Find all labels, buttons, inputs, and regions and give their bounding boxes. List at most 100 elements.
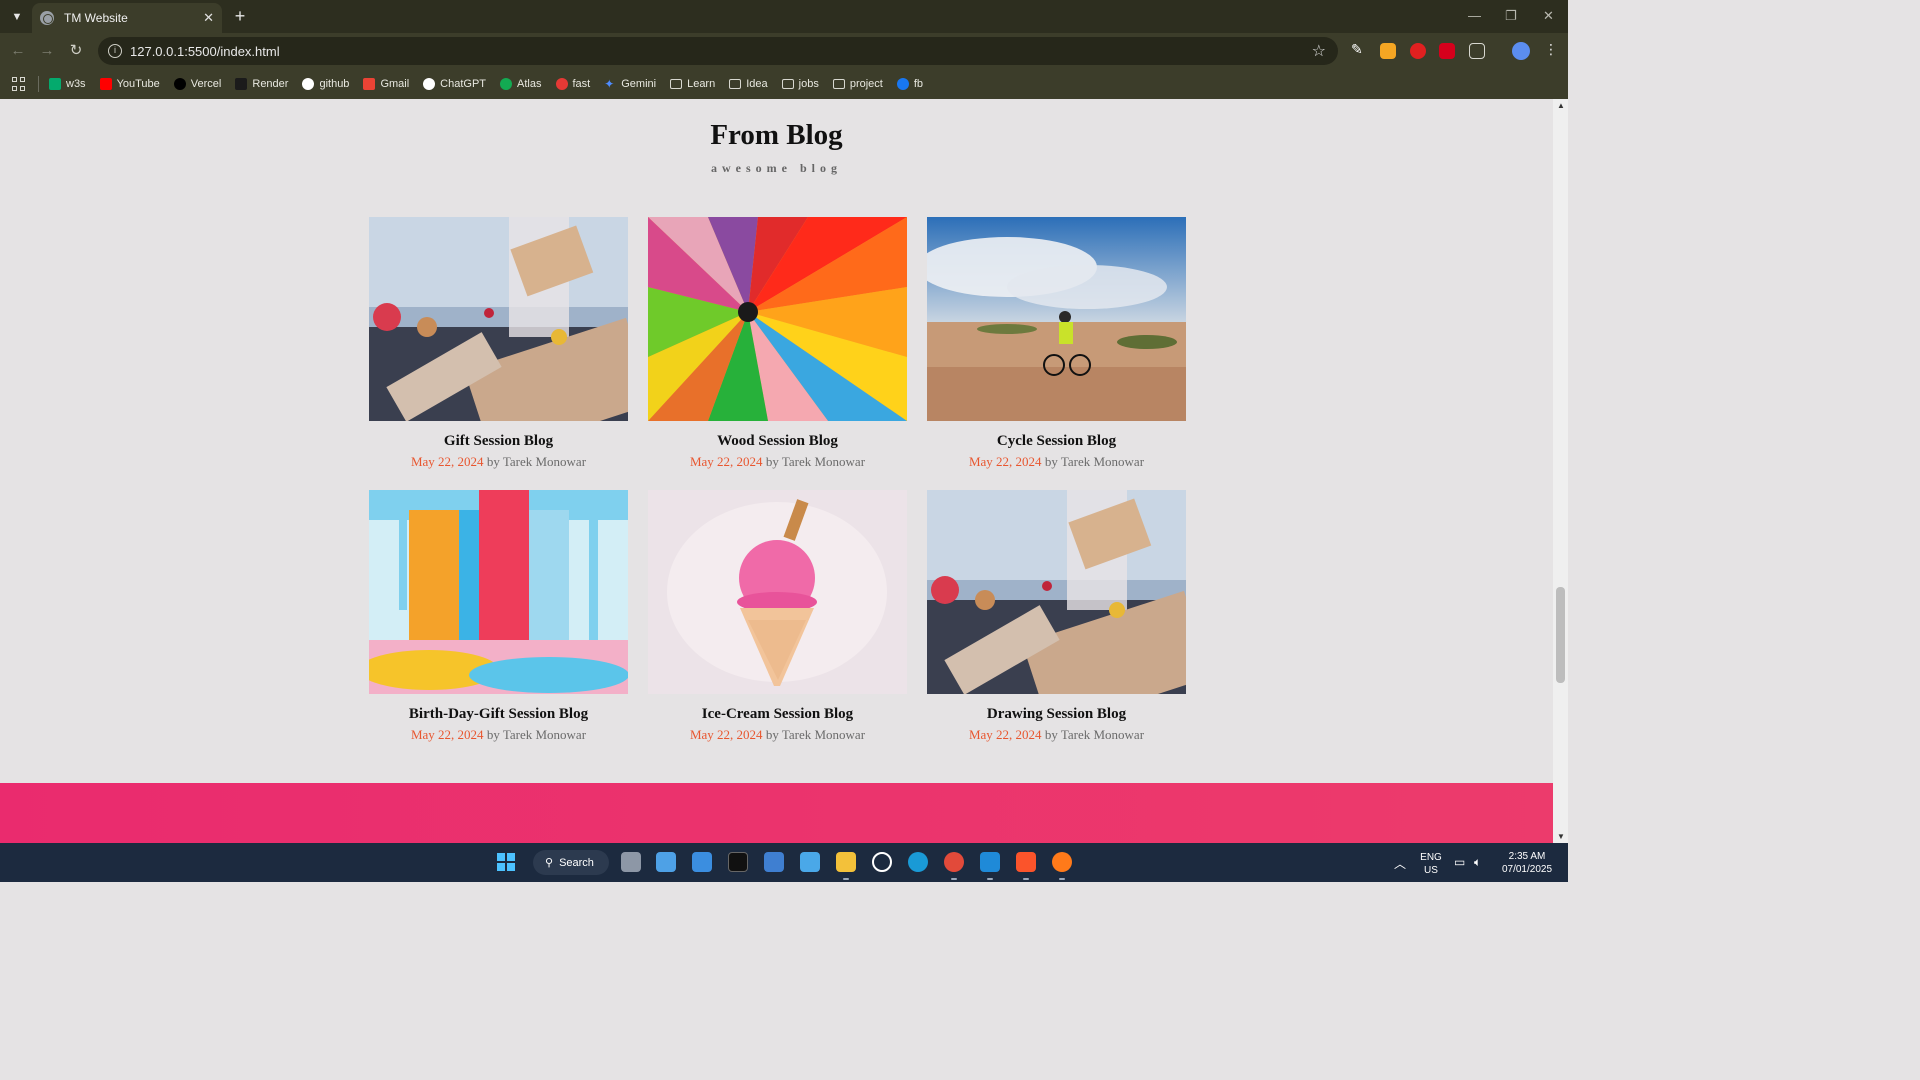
bookmark-star-icon[interactable]: ☆ — [1312, 41, 1326, 61]
blog-card-title[interactable]: Gift Session Blog — [369, 433, 628, 450]
microsoft-store-icon[interactable] — [692, 852, 712, 872]
paint-drip-photo[interactable] — [369, 490, 628, 694]
blog-card-title[interactable]: Drawing Session Blog — [927, 706, 1186, 723]
bookmark-folder-idea[interactable]: Idea — [729, 78, 768, 90]
bookmark-folder-learn[interactable]: Learn — [670, 78, 715, 90]
bookmark-folder-project[interactable]: project — [832, 78, 883, 90]
speedometer-icon — [555, 78, 568, 90]
scroll-down-arrow-icon[interactable]: ▼ — [1557, 832, 1565, 841]
cyclist-photo[interactable] — [927, 217, 1186, 421]
vscode-icon[interactable] — [980, 852, 1000, 872]
blog-card-title[interactable]: Ice-Cream Session Blog — [648, 706, 907, 723]
back-arrow-icon[interactable]: ← — [8, 41, 28, 61]
blog-section-title: From Blog — [710, 119, 843, 151]
file-explorer-icon[interactable] — [836, 852, 856, 872]
task-view-icon[interactable] — [621, 852, 641, 872]
bookmark-w3s[interactable]: w3s — [49, 78, 86, 90]
post-date: May 22, 2024 — [689, 454, 763, 469]
tab-search-chevron-icon[interactable]: ▼ — [6, 6, 28, 28]
volume-icon[interactable]: 🔈︎ — [1474, 855, 1481, 870]
new-tab-button[interactable]: + — [230, 6, 250, 26]
profile-avatar[interactable] — [1512, 42, 1530, 60]
reload-icon[interactable]: ↻ — [66, 41, 86, 61]
browser-tab-active[interactable]: TM Website ✕ — [32, 3, 222, 33]
video-extension-icon[interactable] — [1439, 43, 1455, 59]
apps-grid-icon[interactable] — [12, 77, 26, 91]
blog-card-title[interactable]: Cycle Session Blog — [927, 433, 1186, 450]
scrollbar-thumb[interactable] — [1556, 587, 1565, 683]
bookmark-label: jobs — [798, 78, 819, 90]
forward-arrow-icon[interactable]: → — [37, 41, 57, 61]
tray-chevron-up-icon[interactable]: ︿ — [1394, 855, 1406, 872]
bookmark-fb[interactable]: fb — [896, 78, 923, 90]
blog-card[interactable]: Wood Session Blog May 22, 2024 by Tarek … — [648, 217, 907, 470]
language-indicator[interactable]: ENG US — [1418, 851, 1444, 877]
close-window-icon[interactable]: ✕ — [1543, 8, 1554, 24]
blog-card-title[interactable]: Birth-Day-Gift Session Blog — [369, 706, 628, 723]
bookmark-gmail[interactable]: Gmail — [363, 78, 409, 90]
bookmark-label: Gemini — [621, 78, 657, 90]
bookmark-vercel[interactable]: Vercel — [173, 78, 222, 90]
w3s-icon — [49, 78, 61, 90]
chatgpt-app-icon[interactable] — [872, 852, 892, 872]
bookmark-atlas[interactable]: Atlas — [500, 78, 542, 90]
recycle-bin-icon[interactable] — [656, 852, 676, 872]
post-author: Tarek Monowar — [781, 454, 866, 469]
network-icon[interactable]: ▭ — [1454, 855, 1465, 869]
extensions-puzzle-icon[interactable] — [1469, 43, 1485, 59]
site-info-icon[interactable]: i — [108, 44, 122, 58]
blog-card[interactable]: Cycle Session Blog May 22, 2024 by Tarek… — [927, 217, 1186, 470]
running-indicator — [951, 878, 957, 880]
adblock-extension-icon[interactable] — [1410, 43, 1426, 59]
bookmark-label: Vercel — [190, 78, 222, 90]
youtube-icon — [99, 78, 112, 90]
blog-card-meta: May 22, 2024 by Tarek Monowar — [927, 454, 1186, 470]
bookmark-fast[interactable]: fast — [555, 78, 590, 90]
blog-card[interactable]: Drawing Session Blog May 22, 2024 by Tar… — [927, 490, 1186, 743]
globe-icon — [40, 11, 54, 25]
blog-card[interactable]: Gift Session Blog May 22, 2024 by Tarek … — [369, 217, 628, 470]
ice-cream-photo[interactable] — [648, 490, 907, 694]
blog-card[interactable]: Ice-Cream Session Blog May 22, 2024 by T… — [648, 490, 907, 743]
page-scrollbar[interactable]: ▲ ▼ — [1553, 99, 1568, 843]
running-indicator — [1023, 878, 1029, 880]
bookmark-label: github — [319, 78, 350, 90]
minimize-icon[interactable]: — — [1468, 8, 1481, 23]
tab-close-icon[interactable]: ✕ — [203, 10, 214, 26]
bookmark-github[interactable]: github — [302, 78, 349, 90]
eyedropper-extension-icon[interactable]: ✎ — [1351, 41, 1367, 57]
highlighter-extension-icon[interactable] — [1380, 43, 1396, 59]
bookmark-gemini[interactable]: ✦ Gemini — [604, 78, 656, 90]
vercel-icon — [173, 78, 186, 90]
gift-photo[interactable] — [369, 217, 628, 421]
terminal-icon[interactable] — [728, 852, 748, 872]
blog-card[interactable]: Birth-Day-Gift Session Blog May 22, 2024… — [369, 490, 628, 743]
bookmark-youtube[interactable]: YouTube — [99, 78, 160, 90]
control-panel-icon[interactable] — [800, 852, 820, 872]
by-label: by — [1041, 454, 1061, 469]
post-date: May 22, 2024 — [410, 454, 484, 469]
chrome-icon[interactable] — [944, 852, 964, 872]
photos-icon[interactable] — [764, 852, 784, 872]
scroll-up-arrow-icon[interactable]: ▲ — [1557, 101, 1565, 110]
bookmark-folder-jobs[interactable]: jobs — [781, 78, 819, 90]
blog-card-title[interactable]: Wood Session Blog — [648, 433, 907, 450]
more-menu-icon[interactable]: ⋮ — [1544, 41, 1558, 58]
brave-icon[interactable] — [1016, 852, 1036, 872]
folder-icon — [670, 79, 683, 89]
xampp-icon[interactable] — [1052, 852, 1072, 872]
windows-taskbar: ⚲ Search ︿ ENG US ▭ 🔈︎ 2:35 AM 07/01/202… — [0, 843, 1568, 882]
clock[interactable]: 2:35 AM 07/01/2025 — [1494, 850, 1560, 876]
post-date: May 22, 2024 — [689, 727, 763, 742]
windows-start-icon[interactable] — [497, 853, 515, 871]
url-text[interactable]: 127.0.0.1:5500/index.html — [130, 44, 280, 59]
gift-photo[interactable] — [927, 490, 1186, 694]
bookmark-render[interactable]: Render — [235, 78, 288, 90]
bookmark-chatgpt[interactable]: ChatGPT — [423, 78, 486, 90]
edge-icon[interactable] — [908, 852, 928, 872]
colored-pencils-photo[interactable] — [648, 217, 907, 421]
address-bar[interactable]: i 127.0.0.1:5500/index.html ☆ — [98, 37, 1338, 65]
taskbar-search-button[interactable]: ⚲ Search — [533, 850, 609, 875]
bookmark-label: Gmail — [380, 78, 410, 90]
restore-icon[interactable]: ❐ — [1505, 8, 1517, 24]
